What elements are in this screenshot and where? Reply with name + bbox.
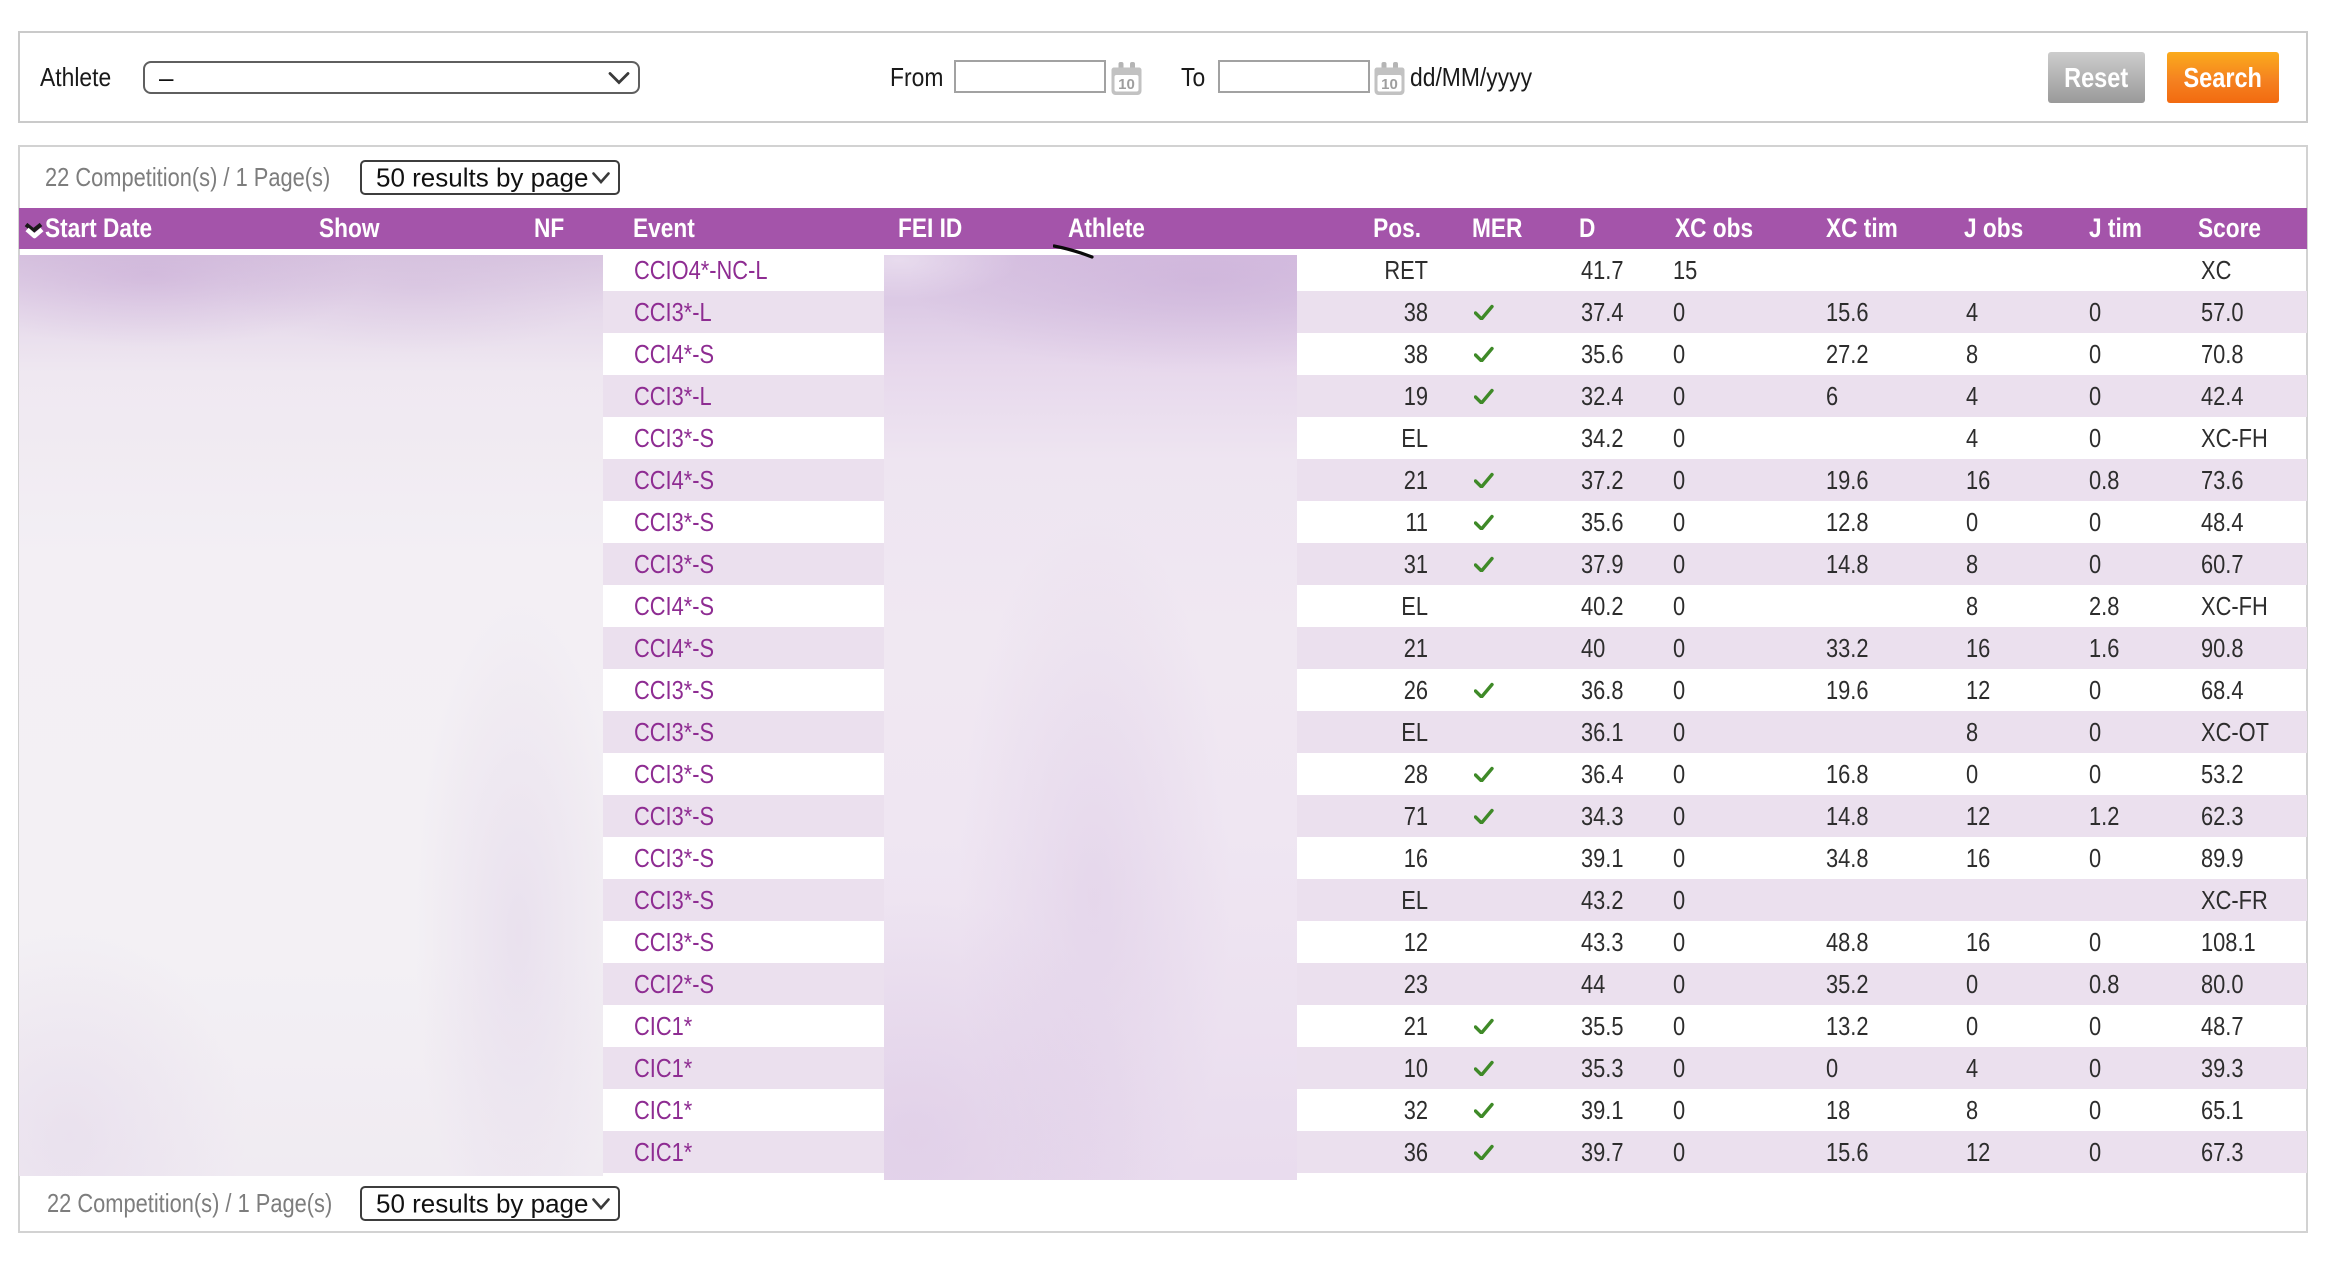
svg-text:10: 10 bbox=[1381, 76, 1398, 93]
svg-text:10: 10 bbox=[1118, 76, 1135, 93]
